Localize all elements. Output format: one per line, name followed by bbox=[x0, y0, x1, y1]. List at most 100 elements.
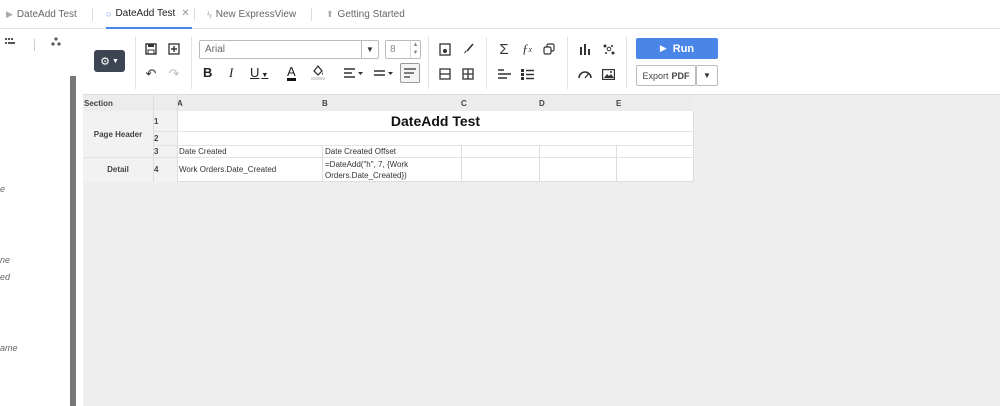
brush-icon[interactable] bbox=[459, 40, 477, 58]
border-icon[interactable] bbox=[436, 65, 454, 83]
report-title-cell[interactable]: DateAdd Test bbox=[177, 111, 694, 131]
gear-icon: ⚙ bbox=[100, 55, 110, 68]
grid-line bbox=[322, 145, 323, 182]
insert-button[interactable] bbox=[165, 40, 183, 58]
grid-line bbox=[153, 95, 154, 182]
image-icon[interactable] bbox=[599, 65, 617, 83]
export-button[interactable]: Export PDF bbox=[636, 65, 696, 86]
grid-line bbox=[539, 145, 540, 182]
table-grid-icon[interactable] bbox=[459, 65, 477, 83]
list-icon[interactable] bbox=[518, 65, 536, 83]
column-header-c[interactable]: C bbox=[461, 99, 467, 108]
font-size-value: 8 bbox=[390, 44, 396, 55]
bar-chart-icon[interactable] bbox=[576, 40, 594, 58]
wrap-text-icon[interactable] bbox=[400, 63, 420, 83]
tab-divider bbox=[311, 8, 312, 21]
close-icon[interactable]: ✕ bbox=[181, 8, 189, 19]
tab-bar: ▶ DateAdd Test ○ DateAdd Test ✕ ϟ New Ex… bbox=[0, 0, 1000, 29]
toolbar-divider bbox=[486, 37, 487, 89]
run-button[interactable]: ▶ Run bbox=[636, 38, 718, 59]
font-family-value: Arial bbox=[205, 44, 226, 55]
underline-button[interactable]: U ▼ bbox=[250, 65, 268, 80]
cell-b3[interactable]: Date Created Offset bbox=[325, 147, 460, 156]
toolbar-divider bbox=[191, 37, 192, 89]
tab-dateadd-test-active[interactable]: ○ DateAdd Test ✕ bbox=[106, 0, 192, 29]
font-color-button[interactable]: A bbox=[287, 65, 296, 81]
tree-view-icon[interactable] bbox=[51, 37, 61, 49]
undo-icon[interactable]: ↶ bbox=[142, 65, 160, 83]
save-button[interactable] bbox=[142, 40, 160, 58]
cell-a3[interactable]: Date Created bbox=[179, 147, 321, 156]
cell-b4[interactable]: =DateAdd("h", 7, {Work Orders.Date_Creat… bbox=[325, 159, 460, 181]
column-header-b[interactable]: B bbox=[322, 99, 328, 108]
gauge-icon[interactable] bbox=[576, 65, 594, 83]
fill-color-icon[interactable] bbox=[309, 63, 327, 81]
valign-icon[interactable] bbox=[372, 64, 396, 82]
grid-line bbox=[153, 131, 694, 132]
sidebar-divider bbox=[34, 39, 35, 51]
toolbar-divider bbox=[626, 37, 627, 89]
chevron-down-icon: ▼ bbox=[261, 72, 269, 79]
list-indent-icon[interactable] bbox=[495, 65, 513, 83]
spin-arrows-icon[interactable]: ▲ ▼ bbox=[410, 41, 420, 58]
section-page-header[interactable]: Page Header bbox=[83, 111, 153, 157]
scatter-icon[interactable] bbox=[599, 40, 617, 58]
column-header-e[interactable]: E bbox=[616, 99, 621, 108]
export-dropdown-button[interactable]: ▼ bbox=[696, 65, 718, 86]
play-icon: ▶ bbox=[659, 43, 667, 53]
chevron-down-icon: ▼ bbox=[111, 57, 119, 65]
run-label: Run bbox=[672, 42, 695, 55]
redo-icon[interactable]: ↷ bbox=[165, 65, 183, 83]
tab-getting-started[interactable]: ⬆ Getting Started bbox=[326, 0, 405, 29]
grid-view-icon[interactable] bbox=[5, 37, 15, 49]
export-label: Export bbox=[642, 70, 669, 81]
font-size-stepper[interactable]: 8 ▲ ▼ bbox=[385, 40, 421, 59]
section-column-header: Section bbox=[84, 99, 113, 108]
sidebar-fragment: ame bbox=[0, 343, 18, 353]
sidebar-fragment: ne bbox=[0, 255, 11, 265]
row-number-1[interactable]: 1 bbox=[153, 111, 177, 131]
grid-line bbox=[461, 145, 462, 182]
section-detail[interactable]: Detail bbox=[83, 157, 153, 182]
copy-icon[interactable] bbox=[540, 40, 558, 58]
tab-divider bbox=[194, 8, 195, 21]
grid-line bbox=[177, 95, 178, 182]
sidebar-scrollbar[interactable] bbox=[70, 76, 76, 406]
circle-icon: ○ bbox=[106, 8, 112, 19]
row-number-3[interactable]: 3 bbox=[153, 145, 177, 157]
report-grid: Section A B C D E Page Header Detail 1 2… bbox=[83, 95, 694, 182]
sidebar-fragment: e bbox=[0, 184, 6, 194]
cell-a4[interactable]: Work Orders.Date_Created bbox=[179, 165, 321, 174]
toolbar-divider bbox=[567, 37, 568, 89]
align-icon[interactable] bbox=[342, 64, 366, 82]
italic-button[interactable]: I bbox=[229, 65, 233, 81]
tab-label: Getting Started bbox=[337, 9, 405, 20]
font-family-select[interactable]: Arial ▼ bbox=[199, 40, 379, 59]
left-sidebar: e ne ed ame bbox=[0, 29, 77, 406]
row-number-4[interactable]: 4 bbox=[153, 157, 177, 182]
up-arrow-icon: ⬆ bbox=[326, 9, 334, 19]
row-number-2[interactable]: 2 bbox=[153, 131, 177, 145]
tab-dateadd-test-1[interactable]: ▶ DateAdd Test bbox=[6, 0, 77, 29]
toolbar-divider bbox=[135, 37, 136, 89]
function-icon[interactable]: ƒx bbox=[518, 40, 536, 58]
tab-label: DateAdd Test bbox=[115, 8, 176, 19]
report-canvas: Section A B C D E Page Header Detail 1 2… bbox=[83, 95, 1000, 406]
bookmark-icon[interactable] bbox=[436, 40, 454, 58]
tab-label: DateAdd Test bbox=[16, 9, 77, 20]
export-format: PDF bbox=[671, 70, 690, 81]
tab-new-expressview[interactable]: ϟ New ExpressView bbox=[207, 0, 296, 29]
column-header-d[interactable]: D bbox=[539, 99, 545, 108]
bold-button[interactable]: B bbox=[203, 65, 212, 80]
toolbar: ⚙ ▼ ↶ ↷ Arial ▼ 8 ▲ ▼ B I U ▼ A Σ ƒ x ▶ … bbox=[83, 29, 1000, 95]
sum-icon[interactable]: Σ bbox=[495, 40, 513, 58]
column-header-row bbox=[83, 95, 694, 111]
tab-label: New ExpressView bbox=[215, 9, 297, 20]
play-icon: ▶ bbox=[6, 9, 13, 19]
grid-line bbox=[83, 157, 694, 158]
grid-line bbox=[616, 145, 617, 182]
lightning-icon: ϟ bbox=[207, 9, 212, 20]
settings-menu-button[interactable]: ⚙ ▼ bbox=[94, 50, 125, 72]
chevron-down-icon: ▼ bbox=[703, 71, 711, 80]
toolbar-divider bbox=[428, 37, 429, 89]
